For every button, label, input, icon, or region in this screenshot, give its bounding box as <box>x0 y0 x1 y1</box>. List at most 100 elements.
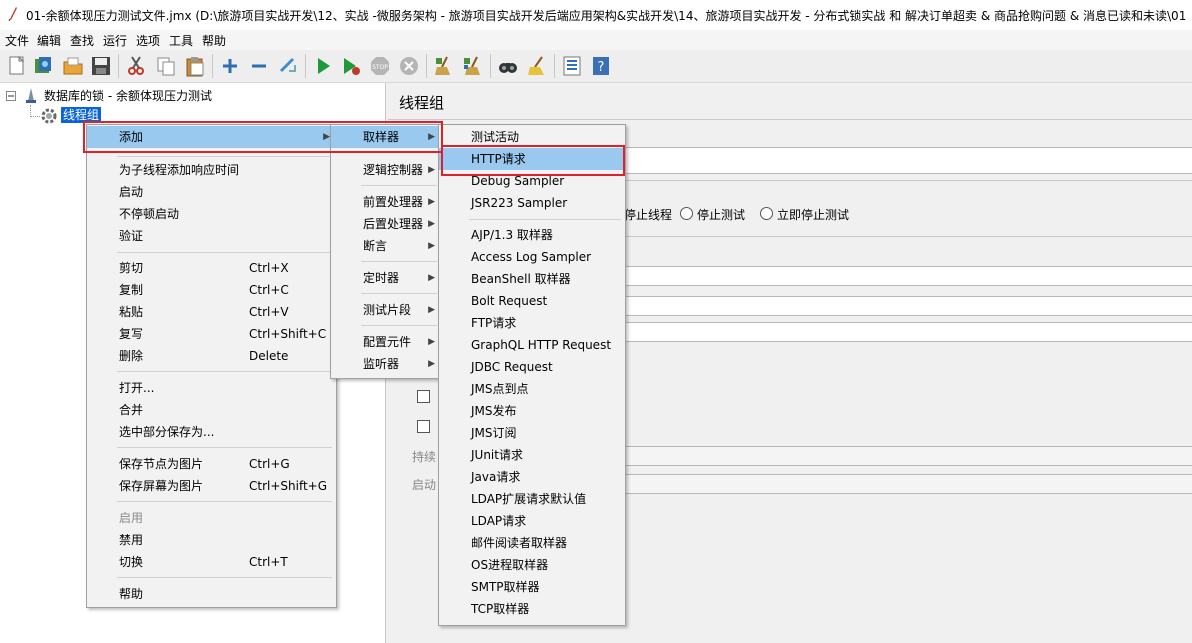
sampler-item-ajp[interactable]: AJP/1.3 取样器 <box>439 224 625 246</box>
toolbar-separator <box>212 54 213 78</box>
menu-item-paste[interactable]: 粘贴 Ctrl+V <box>87 301 336 323</box>
menu-separator <box>361 185 437 186</box>
sampler-item-os-process[interactable]: OS进程取样器 <box>439 554 625 576</box>
copy-icon[interactable] <box>155 55 177 77</box>
menu-item-start[interactable]: 启动 <box>87 181 336 203</box>
loop-count-field[interactable] <box>623 322 1192 342</box>
menu-tools[interactable]: 工具 <box>169 32 193 49</box>
sampler-item-ldap-extended-defaults[interactable]: LDAP扩展请求默认值 <box>439 488 625 510</box>
threads-count-field[interactable] <box>623 266 1192 286</box>
submenu-item-sampler[interactable]: 取样器 ▶ <box>331 126 441 148</box>
sampler-item-graphql-http[interactable]: GraphQL HTTP Request <box>439 334 625 356</box>
sampler-item-http-request[interactable]: HTTP请求 <box>439 148 625 170</box>
collapse-icon[interactable] <box>248 55 270 77</box>
svg-text:STOP: STOP <box>372 64 388 71</box>
menu-file[interactable]: 文件 <box>5 32 29 49</box>
cut-icon[interactable] <box>125 55 147 77</box>
add-submenu: 取样器 ▶ 逻辑控制器 ▶ 前置处理器 ▶ 后置处理器 ▶ 断言 ▶ 定时器 ▶ 测试片段 ▶… <box>330 124 442 379</box>
clear-all-icon[interactable] <box>462 55 484 77</box>
menu-search[interactable]: 查找 <box>70 32 94 49</box>
tree-connector-line <box>30 116 40 118</box>
sampler-item-debug-sampler[interactable]: Debug Sampler <box>439 170 625 192</box>
menu-item-open[interactable]: 打开... <box>87 377 336 399</box>
checkbox-delay-creation[interactable] <box>417 420 430 433</box>
paste-icon[interactable] <box>184 55 206 77</box>
startup-delay-field[interactable] <box>623 474 1192 494</box>
menu-separator <box>117 501 332 502</box>
radio-stop-test-now[interactable] <box>760 207 773 220</box>
sampler-item-jms-subscriber[interactable]: JMS订阅 <box>439 422 625 444</box>
submenu-item-timer[interactable]: 定时器 ▶ <box>331 267 441 289</box>
tree-collapse-icon[interactable] <box>6 91 16 101</box>
stop-icon[interactable]: STOP <box>369 55 391 77</box>
radio-stop-test[interactable] <box>680 207 693 220</box>
submenu-item-pre-processor[interactable]: 前置处理器 ▶ <box>331 191 441 213</box>
templates-icon[interactable] <box>32 55 54 77</box>
menu-item-validate[interactable]: 验证 <box>87 225 336 247</box>
menu-item-add-response-time[interactable]: 为子线程添加响应时间 <box>87 159 336 181</box>
submenu-item-post-processor[interactable]: 后置处理器 ▶ <box>331 213 441 235</box>
submenu-item-test-fragment[interactable]: 测试片段 ▶ <box>331 299 441 321</box>
sampler-item-mail-reader[interactable]: 邮件阅读者取样器 <box>439 532 625 554</box>
menu-item-save-screen-image[interactable]: 保存屏幕为图片 Ctrl+Shift+G <box>87 475 336 497</box>
sampler-item-ftp-request[interactable]: FTP请求 <box>439 312 625 334</box>
checkbox-same-user[interactable] <box>417 390 430 403</box>
menu-item-copy[interactable]: 复制 Ctrl+C <box>87 279 336 301</box>
open-icon[interactable] <box>62 55 84 77</box>
sampler-item-beanshell[interactable]: BeanShell 取样器 <box>439 268 625 290</box>
ramp-up-field[interactable] <box>623 296 1192 316</box>
sampler-item-flow-control[interactable]: 测试活动 <box>439 126 625 148</box>
menu-item-enable: 启用 <box>119 511 144 525</box>
submenu-item-listener[interactable]: 监听器 ▶ <box>331 353 441 375</box>
submenu-item-logic-controller[interactable]: 逻辑控制器 ▶ <box>331 159 441 181</box>
menu-help[interactable]: 帮助 <box>202 32 226 49</box>
name-field[interactable] <box>623 147 1192 174</box>
search-icon[interactable] <box>497 55 519 77</box>
expand-icon[interactable] <box>219 55 241 77</box>
toggle-icon[interactable] <box>277 55 299 77</box>
save-icon[interactable] <box>90 55 112 77</box>
sampler-item-tcp[interactable]: TCP取样器 <box>439 598 625 620</box>
sampler-item-smtp[interactable]: SMTP取样器 <box>439 576 625 598</box>
shutdown-icon[interactable] <box>398 55 420 77</box>
sampler-item-jsr223-sampler[interactable]: JSR223 Sampler <box>439 192 625 214</box>
gear-icon <box>41 108 57 124</box>
menu-item-add[interactable]: 添加 ▶ <box>87 126 336 148</box>
menu-item-disable[interactable]: 禁用 <box>87 529 336 551</box>
function-helper-icon[interactable] <box>561 55 583 77</box>
menu-run[interactable]: 运行 <box>103 32 127 49</box>
menu-item-help[interactable]: 帮助 <box>87 583 336 605</box>
sampler-item-jms-point-to-point[interactable]: JMS点到点 <box>439 378 625 400</box>
menu-item-toggle[interactable]: 切换 Ctrl+T <box>87 551 336 573</box>
clear-icon[interactable] <box>433 55 455 77</box>
start-icon[interactable] <box>312 55 334 77</box>
menu-separator <box>117 577 332 578</box>
sampler-item-jms-publisher[interactable]: JMS发布 <box>439 400 625 422</box>
sampler-item-bolt-request[interactable]: Bolt Request <box>439 290 625 312</box>
menu-item-start-no-pause[interactable]: 不停顿启动 <box>87 203 336 225</box>
menu-item-save-selection[interactable]: 选中部分保存为... <box>87 421 336 443</box>
submenu-item-assertion[interactable]: 断言 ▶ <box>331 235 441 257</box>
menu-options[interactable]: 选项 <box>136 32 160 49</box>
sampler-item-jdbc-request[interactable]: JDBC Request <box>439 356 625 378</box>
menu-edit[interactable]: 编辑 <box>37 32 61 49</box>
duration-label: 持续 <box>412 450 437 464</box>
menu-item-merge[interactable]: 合并 <box>87 399 336 421</box>
menu-item-delete[interactable]: 删除 Delete <box>87 345 336 367</box>
sampler-item-access-log[interactable]: Access Log Sampler <box>439 246 625 268</box>
menu-item-save-node-image[interactable]: 保存节点为图片 Ctrl+G <box>87 453 336 475</box>
panel-title: 线程组 <box>399 94 445 112</box>
submenu-item-config-element[interactable]: 配置元件 ▶ <box>331 331 441 353</box>
sampler-item-junit-request[interactable]: JUnit请求 <box>439 444 625 466</box>
reset-search-icon[interactable] <box>526 55 548 77</box>
menu-item-duplicate[interactable]: 复写 Ctrl+Shift+C <box>87 323 336 345</box>
help-icon[interactable]: ? <box>590 55 612 77</box>
sampler-item-ldap-request[interactable]: LDAP请求 <box>439 510 625 532</box>
start-no-pause-icon[interactable] <box>340 55 362 77</box>
sampler-item-java-request[interactable]: Java请求 <box>439 466 625 488</box>
toolbar-separator <box>490 54 491 78</box>
menu-item-cut[interactable]: 剪切 Ctrl+X <box>87 257 336 279</box>
duration-field[interactable] <box>623 446 1192 466</box>
toolbar-separator <box>426 54 427 78</box>
new-icon[interactable] <box>6 55 28 77</box>
